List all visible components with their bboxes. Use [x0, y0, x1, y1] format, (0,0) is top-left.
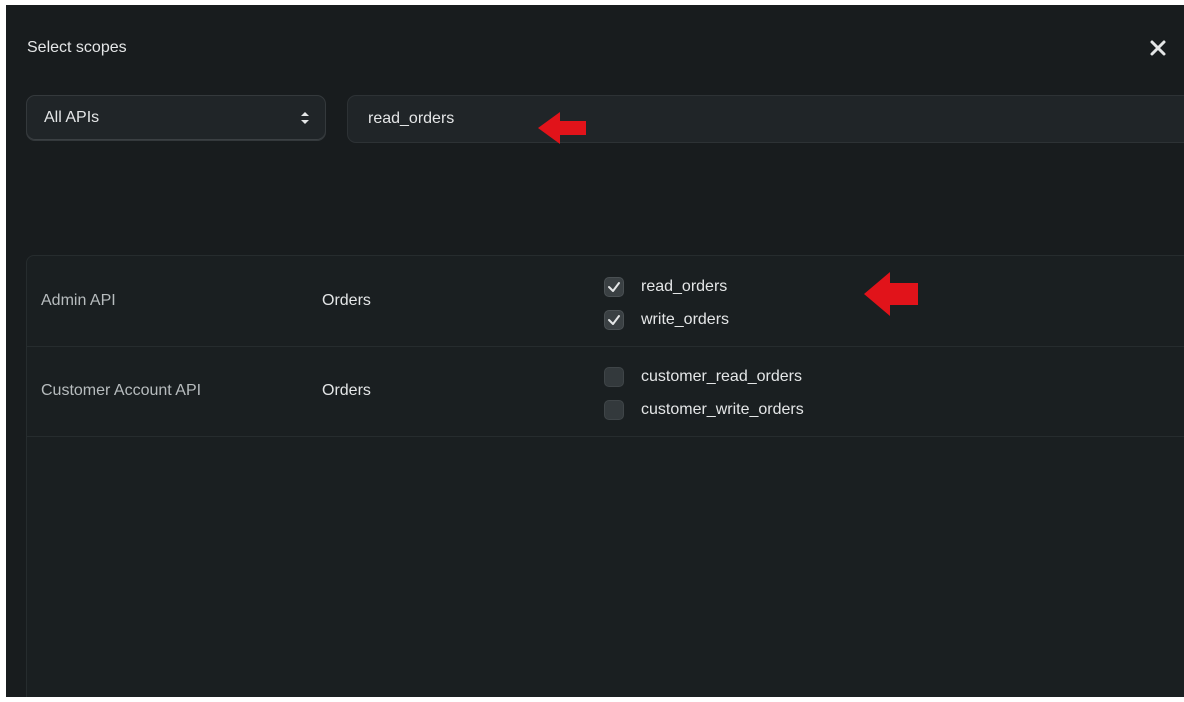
scope-table: Admin API Orders read_orders write_order…	[26, 255, 1184, 697]
customer-read-orders-checkbox[interactable]	[604, 367, 624, 387]
scope-label: customer_write_orders	[641, 401, 804, 418]
api-select[interactable]: All APIs	[26, 95, 326, 141]
table-row: Admin API Orders read_orders write_order…	[27, 256, 1184, 347]
check-icon	[608, 315, 620, 325]
api-select-value: All APIs	[44, 109, 100, 126]
close-button[interactable]	[1148, 38, 1168, 58]
customer-write-orders-checkbox[interactable]	[604, 400, 624, 420]
red-arrow-icon	[538, 112, 586, 144]
red-arrow-icon	[864, 272, 918, 316]
scope-search-input[interactable]	[348, 96, 1184, 142]
read-orders-checkbox[interactable]	[604, 277, 624, 297]
scope-search-box[interactable]	[347, 95, 1184, 143]
scope-label: customer_read_orders	[641, 368, 802, 385]
api-name: Admin API	[41, 292, 116, 309]
select-scopes-modal: Select scopes All APIs Admin API Orders	[6, 5, 1184, 697]
scope-customer-read-orders[interactable]: customer_read_orders	[604, 365, 802, 389]
resource-name: Orders	[322, 292, 371, 309]
write-orders-checkbox[interactable]	[604, 310, 624, 330]
scope-write-orders[interactable]: write_orders	[604, 308, 729, 332]
scope-read-orders[interactable]: read_orders	[604, 275, 727, 299]
up-down-chevron-icon	[301, 112, 309, 124]
scope-label: read_orders	[641, 278, 728, 295]
resource-name: Orders	[322, 382, 371, 399]
scope-customer-write-orders[interactable]: customer_write_orders	[604, 398, 804, 422]
table-row: Customer Account API Orders customer_rea…	[27, 346, 1184, 437]
modal-title: Select scopes	[27, 39, 127, 56]
api-name: Customer Account API	[41, 382, 202, 399]
close-icon	[1150, 40, 1166, 56]
scope-label: write_orders	[641, 311, 730, 328]
check-icon	[608, 282, 620, 292]
